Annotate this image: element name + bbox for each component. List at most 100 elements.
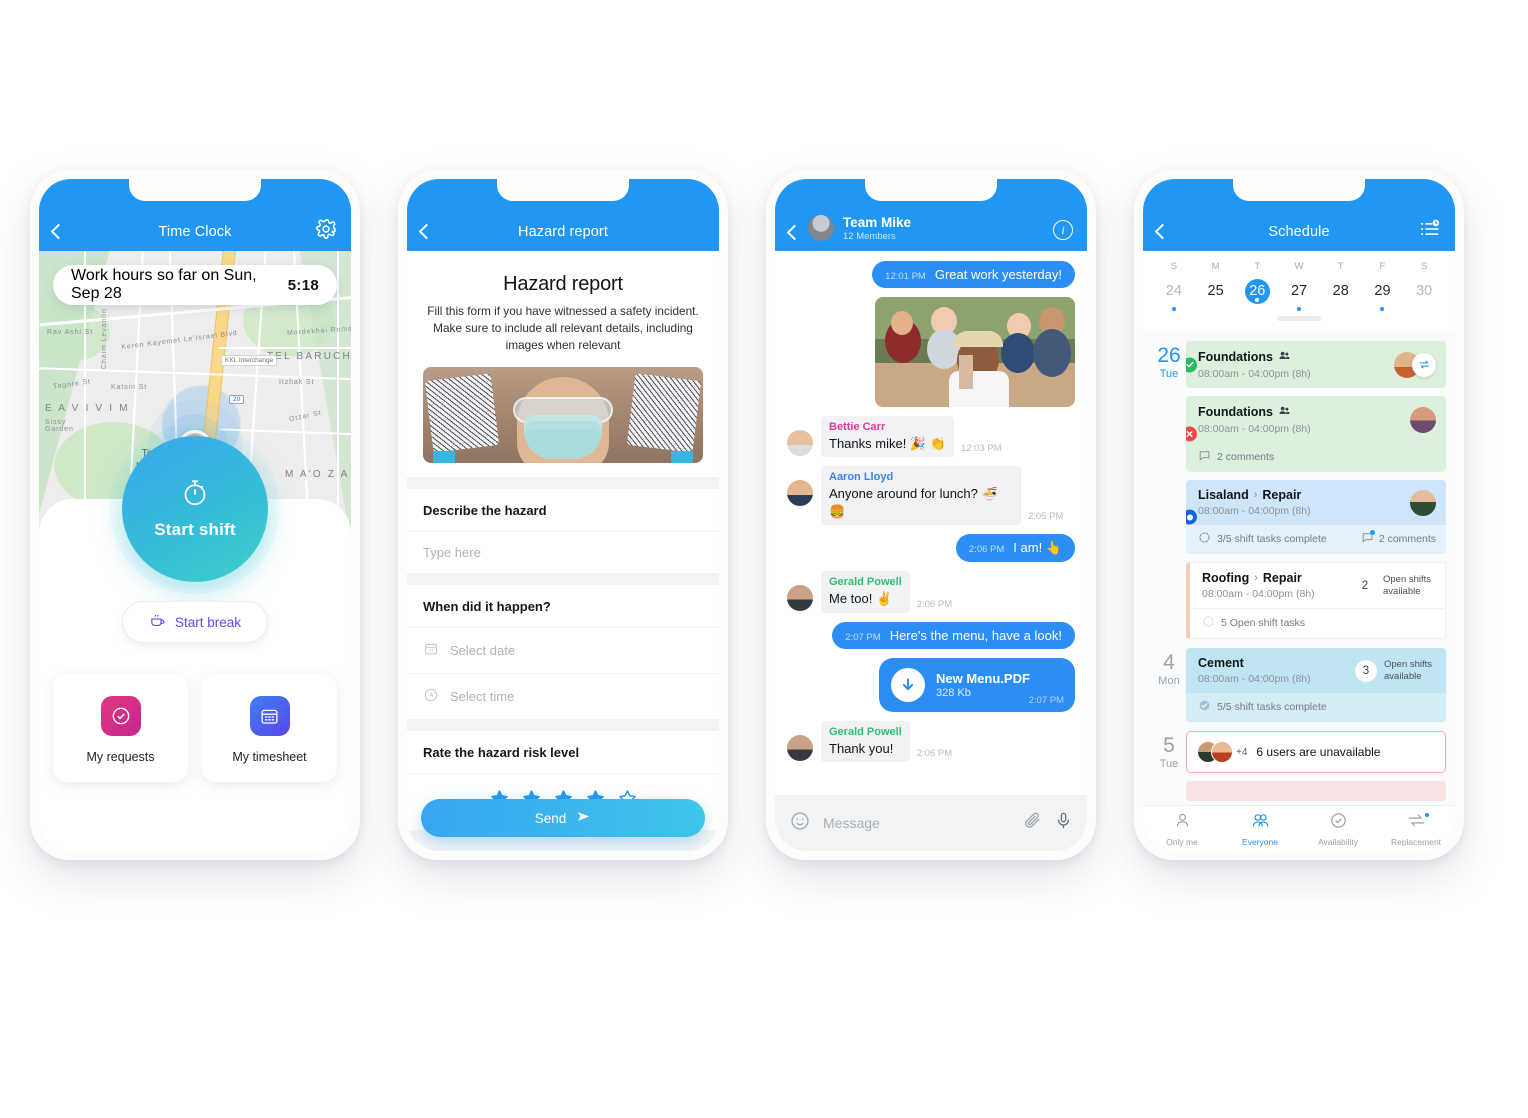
back-chevron-icon[interactable] bbox=[50, 223, 67, 240]
day-number: 24 bbox=[1165, 283, 1182, 299]
comment-dot-icon bbox=[1361, 530, 1375, 547]
chat-photo[interactable] bbox=[875, 297, 1075, 407]
chat-bubble[interactable]: Gerald Powell Me too! ✌️ bbox=[821, 571, 910, 613]
shift-time: 08:00am - 04:00pm (8h) bbox=[1202, 588, 1315, 600]
agenda-list-icon[interactable] bbox=[1419, 218, 1441, 240]
calendar-icon: 31 bbox=[423, 641, 439, 660]
week-day-27[interactable]: 27 bbox=[1278, 279, 1320, 311]
phone-notch bbox=[1233, 179, 1365, 201]
back-chevron-icon[interactable] bbox=[786, 224, 803, 241]
progress-circle-icon bbox=[1198, 531, 1211, 547]
info-circle-icon[interactable]: i bbox=[1053, 220, 1073, 240]
microphone-icon[interactable] bbox=[1054, 811, 1073, 835]
page-title: Schedule bbox=[1268, 224, 1330, 240]
open-shifts-label: Open shifts available bbox=[1384, 659, 1433, 682]
shift-card[interactable]: Foundations 08:00am - 04:00pm (8h) bbox=[1186, 396, 1446, 472]
week-days: 24 25 26 27 28 29 30 bbox=[1153, 279, 1445, 311]
start-shift-button[interactable]: Start shift bbox=[122, 436, 268, 582]
hazard-section-describe: Describe the hazard Type here bbox=[407, 489, 719, 574]
tab-everyone[interactable]: Everyone bbox=[1221, 806, 1299, 851]
chat-bubble[interactable]: Bettie Carr Thanks mike! 🎉 👏 bbox=[821, 416, 954, 458]
chat-text: Here's the menu, have a look! bbox=[889, 627, 1062, 643]
empty-circle-icon bbox=[1202, 615, 1215, 631]
map-label: Sissy Garden bbox=[45, 419, 74, 433]
check-circle-green-icon bbox=[1186, 357, 1197, 372]
gear-icon[interactable] bbox=[315, 218, 337, 240]
send-plane-icon bbox=[576, 809, 591, 827]
avatar[interactable] bbox=[1410, 489, 1436, 516]
tab-replacement[interactable]: Replacement bbox=[1377, 806, 1455, 851]
users-unavailable-card[interactable]: +4 6 users are unavailable bbox=[1186, 731, 1446, 773]
weekday-label: W bbox=[1294, 261, 1304, 272]
send-button[interactable]: Send bbox=[421, 799, 705, 837]
chat-text: Thanks mike! 🎉 👏 bbox=[829, 435, 946, 451]
swap-arrows-icon[interactable] bbox=[1412, 352, 1436, 377]
avatar[interactable] bbox=[787, 480, 813, 507]
hazard-describe-input[interactable]: Type here bbox=[407, 531, 719, 573]
schedule-list[interactable]: 26 Tue Foundations 08:00am - 04:00pm (8h… bbox=[1143, 331, 1455, 805]
week-day-28[interactable]: 28 bbox=[1320, 279, 1362, 311]
avatar[interactable] bbox=[787, 734, 813, 761]
day-dot bbox=[1380, 307, 1385, 311]
schedule-day-group: 4 Mon Cement 08:00am - 04:00pm (8h) 3 Op… bbox=[1143, 648, 1455, 731]
shift-title: Foundations bbox=[1198, 405, 1273, 419]
week-day-26-selected[interactable]: 26 bbox=[1236, 279, 1278, 311]
my-timesheet-tile[interactable]: My timesheet bbox=[202, 674, 337, 782]
hazard-describe-placeholder: Type here bbox=[423, 545, 481, 561]
avatar[interactable] bbox=[787, 430, 813, 456]
week-day-24[interactable]: 24 bbox=[1153, 279, 1195, 311]
map-route-shield: 20 bbox=[229, 395, 245, 404]
shift-tasks-row[interactable]: 5/5 shift tasks complete bbox=[1186, 693, 1446, 722]
group-date: 26 Tue bbox=[1152, 341, 1186, 639]
phone-schedule: Schedule S M T W T F S 24 25 26 27 28 29… bbox=[1134, 170, 1464, 860]
comments-count: 2 comments bbox=[1378, 533, 1436, 545]
paperclip-icon[interactable] bbox=[1023, 811, 1042, 835]
start-break-button[interactable]: Start break bbox=[121, 601, 269, 643]
chat-bubble[interactable]: 12:01 PM Great work yesterday! bbox=[872, 261, 1075, 288]
file-attachment[interactable]: New Menu.PDF 328 Kb 2:07 PM bbox=[879, 657, 1075, 712]
smiley-icon[interactable] bbox=[789, 810, 811, 837]
schedule-day-group: 5 Tue +4 6 users are unavailable bbox=[1143, 731, 1455, 805]
phone-notch bbox=[865, 179, 997, 201]
tab-only-me[interactable]: Only me bbox=[1143, 806, 1221, 851]
shift-card[interactable]: Foundations 08:00am - 04:00pm (8h) bbox=[1186, 341, 1446, 388]
hazard-question: Describe the hazard bbox=[423, 503, 547, 519]
week-expand-handle[interactable] bbox=[1277, 316, 1321, 321]
chat-bubble[interactable]: Aaron Lloyd Anyone around for lunch? 🍜🍔 bbox=[821, 466, 1021, 526]
shift-tasks-row[interactable]: 3/5 shift tasks complete 2 comments bbox=[1186, 525, 1446, 554]
weekday-label: F bbox=[1379, 261, 1386, 272]
week-day-25[interactable]: 25 bbox=[1195, 279, 1237, 311]
shift-comments[interactable]: 2 comments bbox=[1186, 443, 1446, 472]
avatar[interactable] bbox=[787, 585, 813, 612]
back-chevron-icon[interactable] bbox=[1154, 223, 1171, 240]
weekday-headers: S M T W T F S bbox=[1153, 261, 1445, 272]
open-shift-card[interactable]: Roofing › Repair 08:00am - 04:00pm (8h) … bbox=[1186, 562, 1446, 639]
chat-bubble[interactable]: 2:07 PM Here's the menu, have a look! bbox=[832, 621, 1075, 649]
open-shifts-indicator: 2 Open shifts available bbox=[1354, 574, 1435, 597]
chat-bubble[interactable]: Gerald Powell Thank you! bbox=[821, 720, 910, 763]
open-shifts-count: 3 bbox=[1355, 659, 1377, 682]
chat-bubble[interactable]: 2:06 PM I am! 👆 bbox=[955, 534, 1075, 563]
tab-badge-dot bbox=[1425, 813, 1429, 817]
my-requests-tile[interactable]: My requests bbox=[53, 674, 188, 782]
open-shift-tasks-row[interactable]: 5 Open shift tasks bbox=[1190, 608, 1445, 638]
open-shift-card[interactable]: Cement 08:00am - 04:00pm (8h) 3 Open shi… bbox=[1186, 648, 1446, 722]
message-input[interactable]: Message bbox=[823, 815, 1011, 831]
tab-availability[interactable]: Availability bbox=[1299, 806, 1377, 851]
shift-card[interactable]: Lisaland › Repair 08:00am - 04:00pm (8h) bbox=[1186, 480, 1446, 554]
day-number: 28 bbox=[1332, 283, 1349, 299]
back-chevron-icon[interactable] bbox=[418, 223, 435, 240]
hazard-date-input[interactable]: 31 Select date bbox=[407, 627, 719, 673]
day-dot bbox=[1422, 307, 1426, 311]
check-circle-icon bbox=[1329, 811, 1348, 835]
check-circle-gray-icon bbox=[1198, 699, 1211, 715]
download-arrow-icon[interactable] bbox=[891, 667, 925, 702]
x-circle-red-icon bbox=[1186, 426, 1197, 442]
shift-subtitle: Repair bbox=[1262, 488, 1302, 502]
week-day-30[interactable]: 30 bbox=[1403, 279, 1445, 311]
avatar[interactable] bbox=[1410, 406, 1436, 433]
week-day-29[interactable]: 29 bbox=[1362, 279, 1404, 311]
avatar[interactable] bbox=[808, 215, 834, 241]
chat-text: Great work yesterday! bbox=[934, 267, 1062, 282]
hazard-time-input[interactable]: Select time bbox=[407, 673, 719, 719]
